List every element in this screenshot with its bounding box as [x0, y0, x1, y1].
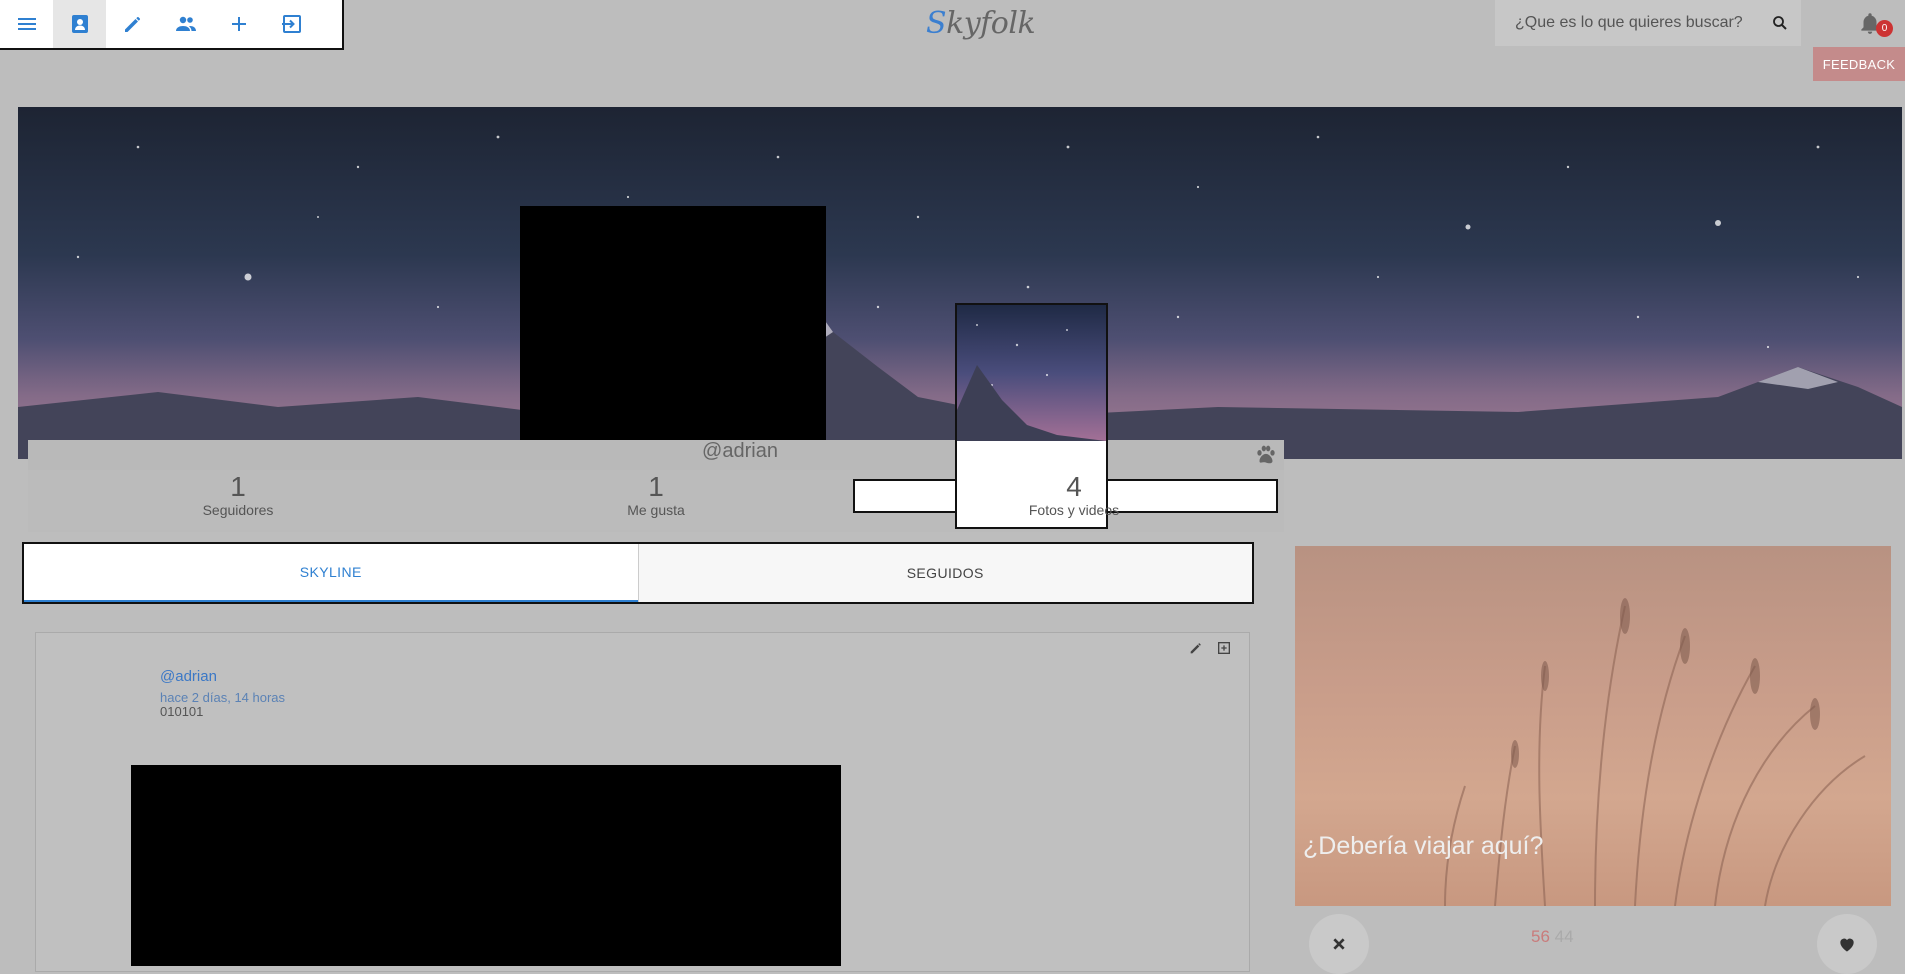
heart-icon: [1840, 938, 1854, 952]
paw-icon[interactable]: [1253, 442, 1279, 468]
profile-username: @adrian: [702, 440, 778, 462]
media-thumbnail: [957, 305, 1106, 441]
pencil-icon: [124, 17, 140, 32]
suggestion-caption: ¿Debería viajar aquí?: [1303, 832, 1544, 860]
stat-label: Seguidores: [202, 502, 274, 518]
stat-value: 4: [1066, 471, 1082, 502]
suggestion-rating: 56 44: [1531, 927, 1574, 947]
app-logo[interactable]: Skyfolk: [926, 6, 1036, 41]
stat-label: Me gusta: [627, 502, 685, 518]
redacted-post-media: [131, 765, 841, 966]
add-button[interactable]: [212, 0, 265, 48]
top-toolbar: [0, 0, 344, 50]
menu-button[interactable]: [0, 0, 53, 48]
people-icon: [175, 16, 196, 31]
post-timestamp: hace 2 días, 14 horas: [160, 690, 286, 705]
profile-tabs: SKYLINE SEGUIDOS: [22, 542, 1254, 604]
stat-label: Fotos y videos: [1028, 502, 1120, 518]
edit-button[interactable]: [106, 0, 159, 48]
search-bar: [1495, 0, 1801, 46]
close-icon: [1333, 938, 1345, 950]
rating-count-b: 44: [1554, 927, 1574, 946]
stat-followers[interactable]: 1 Seguidores: [28, 470, 448, 518]
stat-value: 1: [648, 471, 664, 502]
redacted-avatar: [520, 206, 826, 451]
logout-button[interactable]: [265, 0, 318, 48]
tab-seguidos[interactable]: SEGUIDOS: [637, 544, 1252, 602]
menu-icon: [17, 18, 36, 30]
like-button[interactable]: [1817, 914, 1877, 974]
post-content: 010101: [160, 704, 204, 719]
tab-skyline[interactable]: SKYLINE: [24, 544, 638, 602]
dismiss-button[interactable]: [1309, 914, 1369, 974]
stat-likes[interactable]: 1 Me gusta: [446, 470, 866, 518]
rating-count-a: 56: [1531, 927, 1550, 946]
search-input[interactable]: [1513, 13, 1771, 33]
stat-value: 1: [230, 471, 246, 502]
people-button[interactable]: [159, 0, 212, 48]
plus-icon: [231, 17, 246, 31]
feedback-button[interactable]: FEEDBACK: [1813, 47, 1905, 81]
notification-badge: 0: [1876, 20, 1893, 37]
profile-icon: [71, 15, 88, 33]
post-author[interactable]: @adrian: [160, 668, 217, 685]
profile-button[interactable]: [53, 0, 106, 48]
edit-post-icon[interactable]: [1188, 640, 1204, 656]
stat-media[interactable]: 4 Fotos y videos: [864, 470, 1284, 518]
expand-icon[interactable]: [1216, 640, 1232, 656]
logout-icon: [281, 15, 301, 33]
search-icon[interactable]: [1771, 14, 1789, 32]
